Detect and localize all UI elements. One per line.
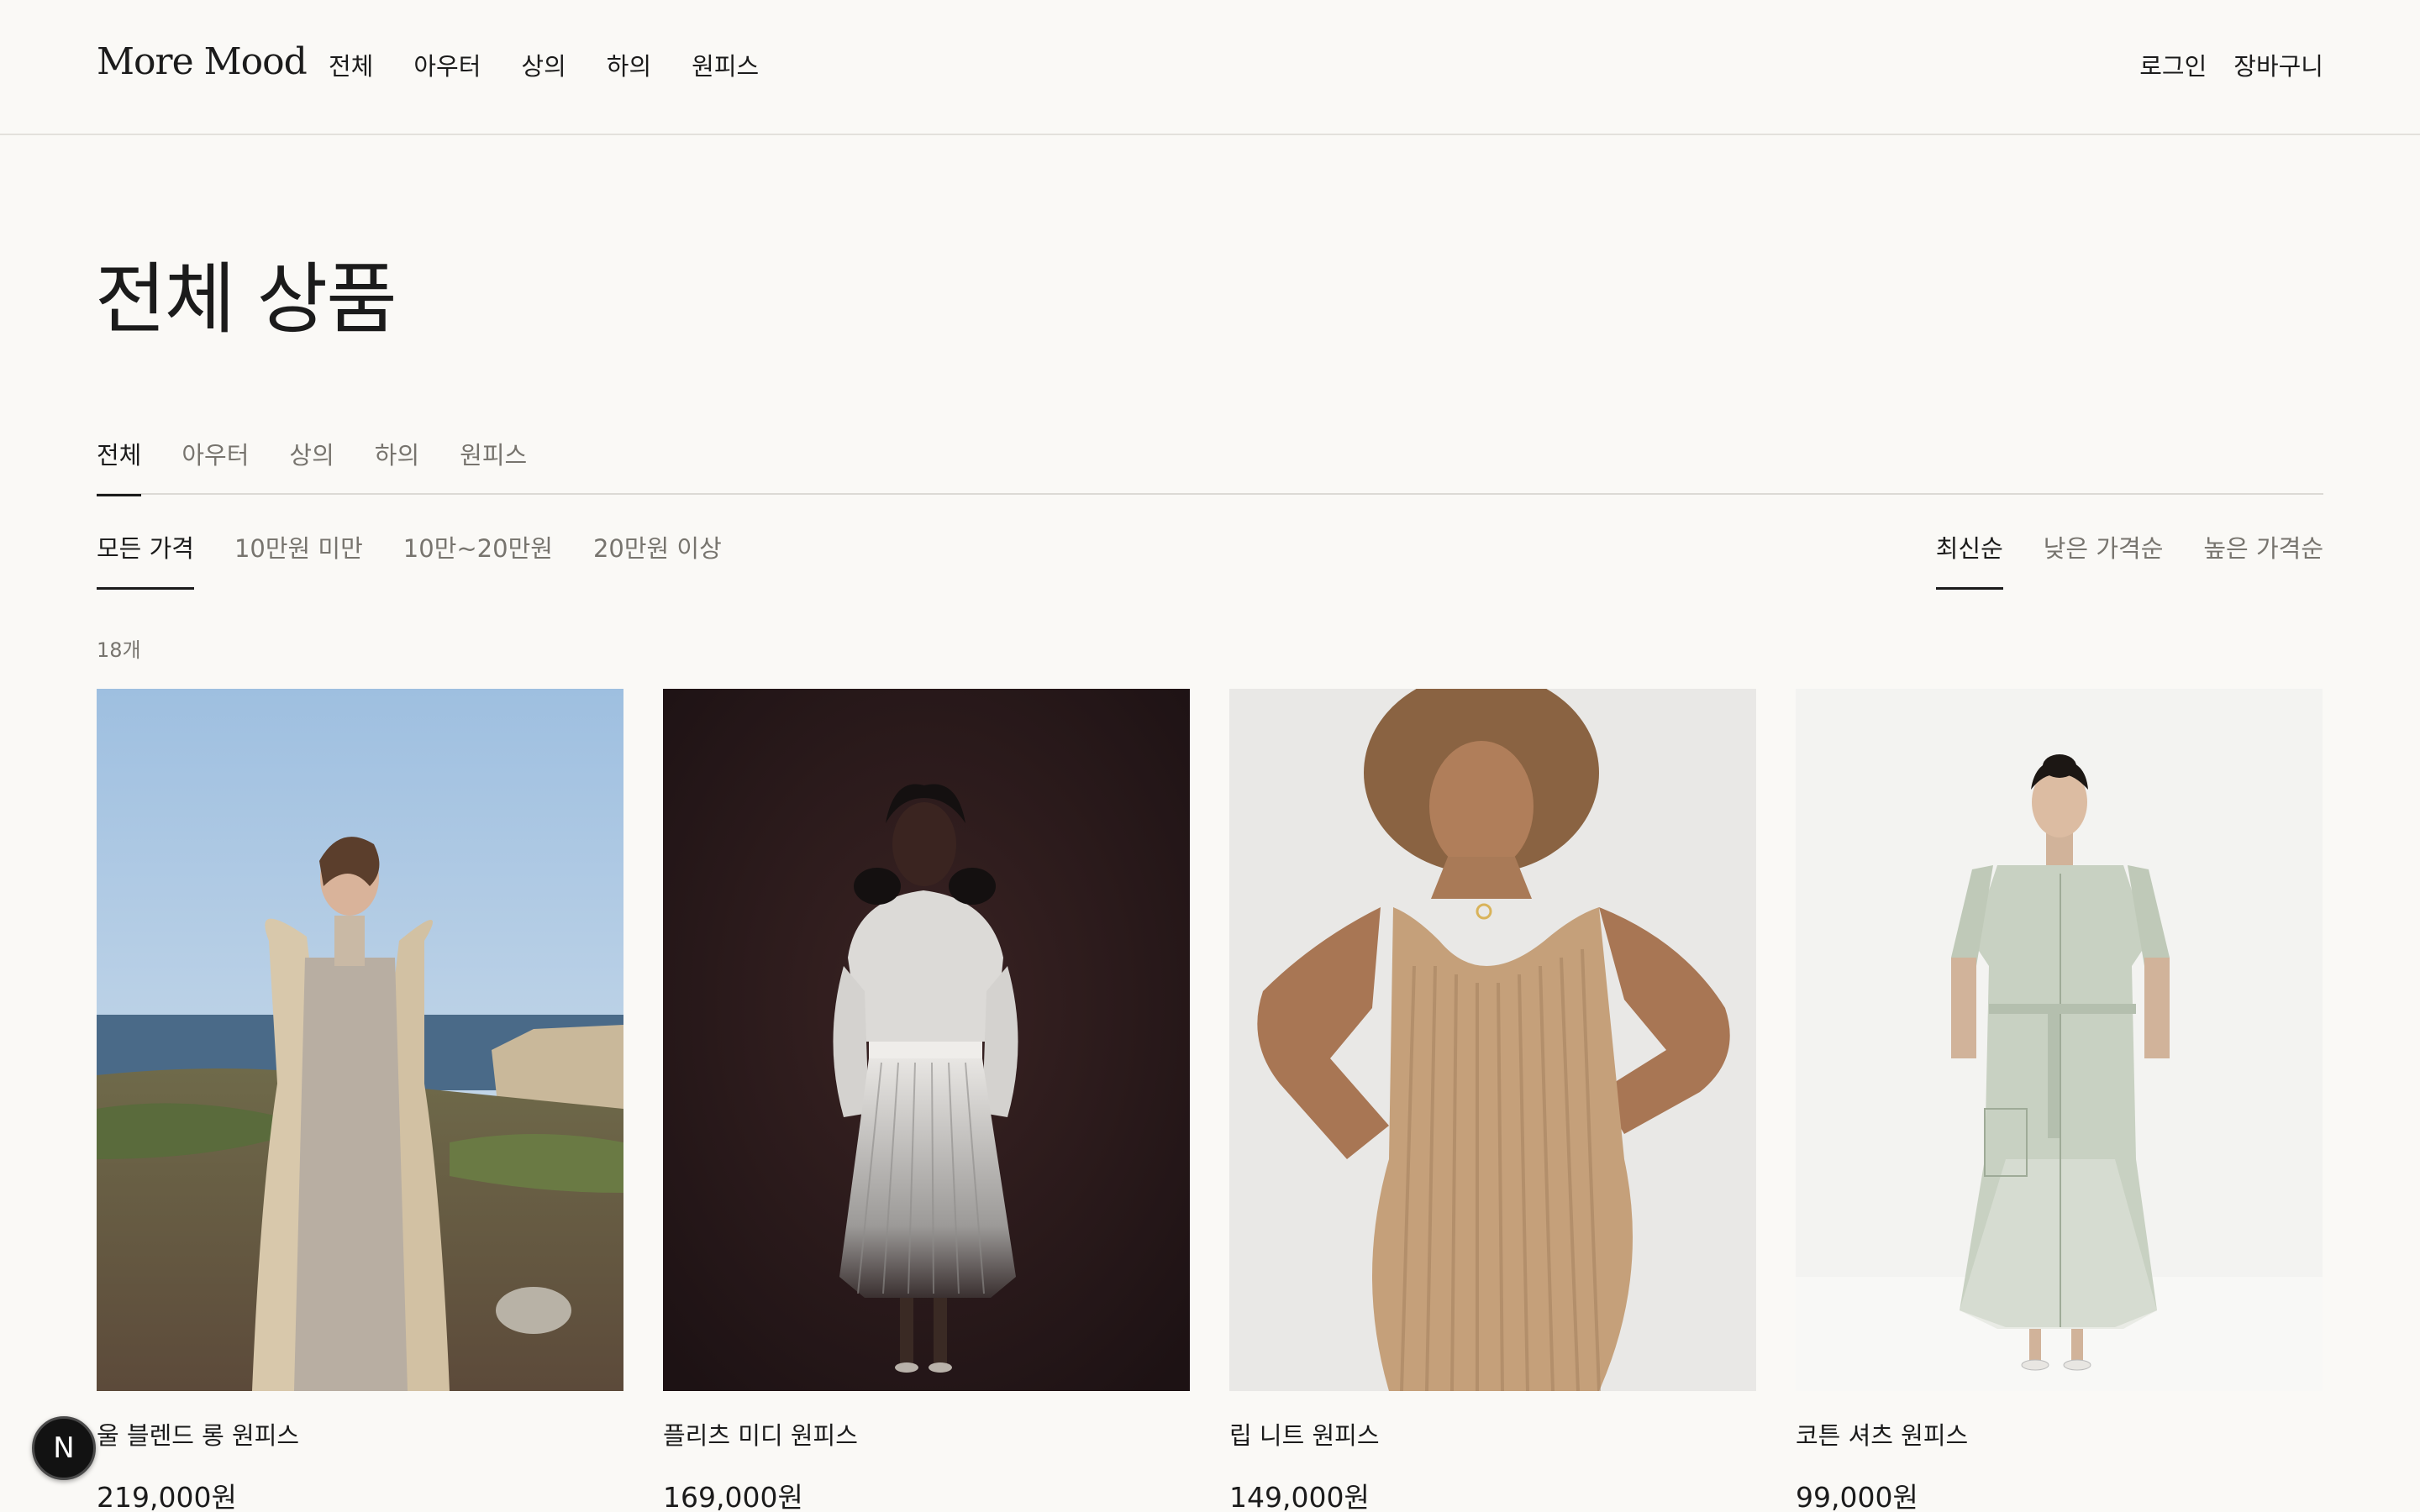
nav-all[interactable]: 전체 bbox=[329, 47, 373, 82]
price-filters: 모든 가격 10만원 미만 10만~20만원 20만원 이상 bbox=[97, 529, 762, 590]
product-price: 99,000원 bbox=[1796, 1481, 1918, 1512]
header-actions: 로그인 장바구니 bbox=[2112, 47, 2323, 82]
product-price: 169,000원 bbox=[663, 1481, 803, 1512]
product-image[interactable] bbox=[1796, 689, 2323, 1391]
product-photo-rib-knit bbox=[1229, 689, 1756, 1391]
sort-price-low[interactable]: 낮은 가격순 bbox=[2044, 529, 2164, 590]
tab-dresses[interactable]: 원피스 bbox=[460, 433, 527, 495]
product-name[interactable]: 코튼 셔츠 원피스 bbox=[1796, 1416, 2323, 1452]
result-count: 18개 bbox=[97, 638, 141, 662]
filter-under-100k[interactable]: 10만원 미만 bbox=[234, 529, 363, 590]
product-photo-coastal bbox=[97, 689, 623, 1391]
tab-bottoms[interactable]: 하의 bbox=[375, 433, 419, 495]
product-card[interactable]: 플리츠 미디 원피스 169,000원 bbox=[663, 689, 1190, 1512]
nextjs-dev-indicator[interactable]: N bbox=[32, 1416, 96, 1480]
main-nav: 전체 아우터 상의 하의 원피스 bbox=[329, 47, 799, 82]
product-name[interactable]: 립 니트 원피스 bbox=[1229, 1416, 1756, 1452]
product-price: 149,000원 bbox=[1229, 1481, 1370, 1512]
filter-100k-200k[interactable]: 10만~20만원 bbox=[403, 529, 553, 590]
filter-over-200k[interactable]: 20만원 이상 bbox=[593, 529, 722, 590]
product-card[interactable]: 립 니트 원피스 149,000원 bbox=[1229, 689, 1756, 1512]
filter-all-prices[interactable]: 모든 가격 bbox=[97, 529, 194, 590]
product-image[interactable] bbox=[97, 689, 623, 1391]
nav-dresses[interactable]: 원피스 bbox=[692, 47, 759, 82]
nav-bottoms[interactable]: 하의 bbox=[607, 47, 651, 82]
logo[interactable]: More Mood bbox=[97, 40, 308, 83]
sort-price-high[interactable]: 높은 가격순 bbox=[2203, 529, 2323, 590]
product-card[interactable]: 코튼 셔츠 원피스 99,000원 bbox=[1796, 689, 2323, 1512]
nav-outer[interactable]: 아우터 bbox=[413, 47, 481, 82]
nav-tops[interactable]: 상의 bbox=[521, 47, 566, 82]
product-photo-shirt-dress bbox=[1796, 689, 2323, 1391]
site-header: More Mood 전체 아우터 상의 하의 원피스 로그인 장바구니 bbox=[0, 0, 2420, 135]
product-photo-studio-dark bbox=[663, 689, 1190, 1391]
product-image[interactable] bbox=[663, 689, 1190, 1391]
page-title: 전체 상품 bbox=[95, 255, 397, 344]
n-logo-icon: N bbox=[53, 1431, 75, 1465]
category-tabs: 전체 아우터 상의 하의 원피스 bbox=[97, 433, 2323, 496]
product-card[interactable]: 울 블렌드 롱 원피스 219,000원 bbox=[97, 689, 623, 1512]
product-name[interactable]: 플리츠 미디 원피스 bbox=[663, 1416, 1190, 1452]
sort-newest[interactable]: 최신순 bbox=[1935, 529, 2003, 590]
sort-options: 최신순 낮은 가격순 높은 가격순 bbox=[1896, 529, 2323, 590]
product-price: 219,000원 bbox=[97, 1481, 237, 1512]
cart-link[interactable]: 장바구니 bbox=[2233, 47, 2323, 82]
tab-tops[interactable]: 상의 bbox=[289, 433, 334, 495]
tab-all[interactable]: 전체 bbox=[97, 433, 142, 496]
tab-outer[interactable]: 아우터 bbox=[182, 433, 249, 495]
product-image[interactable] bbox=[1229, 689, 1756, 1391]
product-grid: 울 블렌드 롱 원피스 219,000원 플리츠 미디 원피스 169,000원… bbox=[97, 689, 2323, 1512]
login-link[interactable]: 로그인 bbox=[2139, 47, 2207, 82]
product-name[interactable]: 울 블렌드 롱 원피스 bbox=[97, 1416, 623, 1452]
